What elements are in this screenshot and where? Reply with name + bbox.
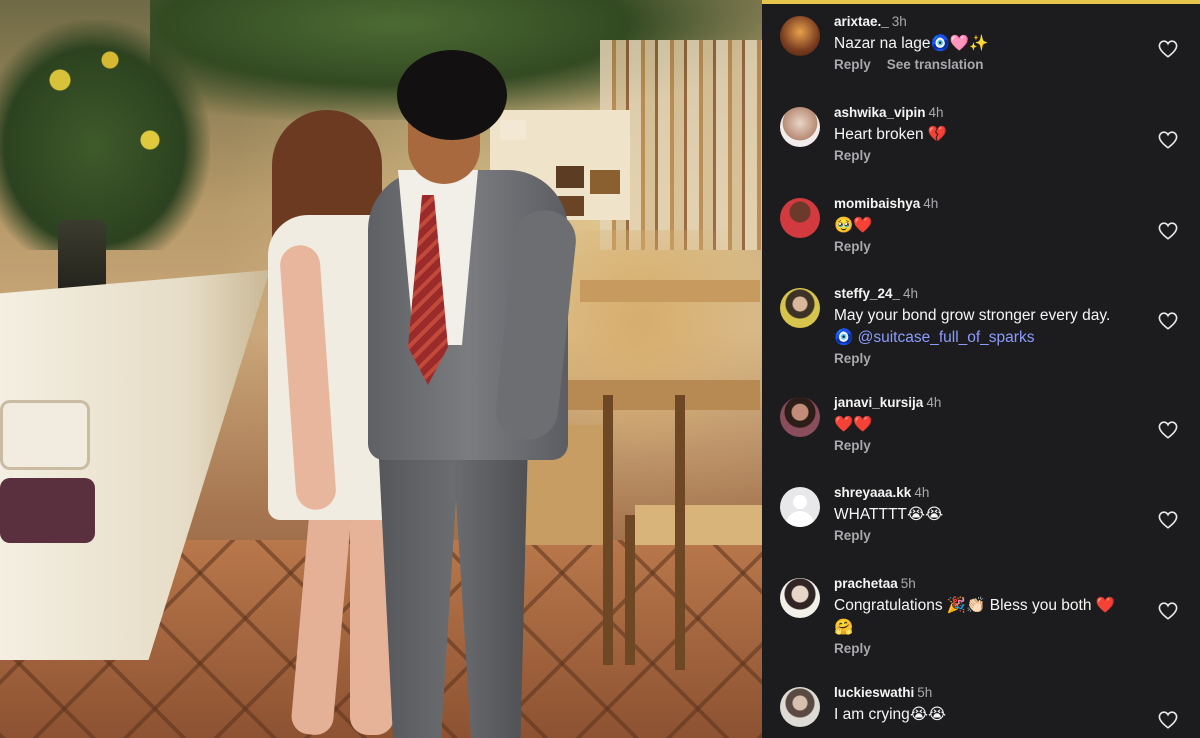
comment-text: Heart broken 💔 xyxy=(834,126,948,143)
comment-time: 4h xyxy=(903,286,919,301)
comment-text-line2: 🧿 @suitcase_full_of_sparks xyxy=(834,327,1154,349)
reply-button[interactable]: Reply xyxy=(834,148,871,163)
man-hair xyxy=(397,50,507,140)
comment-username[interactable]: steffy_24_ xyxy=(834,286,900,301)
heart-outline-icon[interactable] xyxy=(1158,222,1178,240)
flower-plant xyxy=(0,20,210,250)
comment-time: 5h xyxy=(917,685,933,700)
cushion xyxy=(0,400,90,470)
comment-username[interactable]: shreyaaa.kk xyxy=(834,485,911,500)
heart-outline-icon[interactable] xyxy=(1158,511,1178,529)
comment-text: May your bond grow stronger every day. xyxy=(834,307,1111,324)
comment-text: WHATTTT😭😭 xyxy=(834,506,944,523)
heart-outline-icon[interactable] xyxy=(1158,312,1178,330)
comment-time: 3h xyxy=(891,14,907,29)
comment-time: 4h xyxy=(923,196,939,211)
heart-outline-icon[interactable] xyxy=(1158,40,1178,58)
nazar-emoji: 🧿 xyxy=(834,329,858,346)
avatar[interactable] xyxy=(780,16,820,56)
avatar[interactable] xyxy=(780,288,820,328)
chair xyxy=(625,395,762,670)
comment-username[interactable]: janavi_kursija xyxy=(834,395,923,410)
avatar[interactable] xyxy=(780,578,820,618)
reply-button[interactable]: Reply xyxy=(834,641,871,656)
heart-outline-icon[interactable] xyxy=(1158,711,1178,729)
comment-time: 4h xyxy=(914,485,930,500)
heart-outline-icon[interactable] xyxy=(1158,131,1178,149)
reply-button[interactable]: Reply xyxy=(834,528,871,543)
comment-time: 4h xyxy=(926,395,942,410)
mention-link[interactable]: @suitcase_full_of_sparks xyxy=(858,329,1035,346)
avatar[interactable] xyxy=(780,198,820,238)
heart-outline-icon[interactable] xyxy=(1158,602,1178,620)
comment-username[interactable]: prachetaa xyxy=(834,576,898,591)
comment-text: 🥹❤️ xyxy=(834,217,873,234)
reply-button[interactable]: Reply xyxy=(834,239,871,254)
panel-accent-bar xyxy=(762,0,1200,4)
comment-time: 4h xyxy=(928,105,944,120)
heart-outline-icon[interactable] xyxy=(1158,421,1178,439)
avatar[interactable] xyxy=(780,487,820,527)
comment-text: I am crying😭😭 xyxy=(834,706,947,723)
see-translation-button[interactable]: See translation xyxy=(887,57,984,72)
comment-text: Congratulations 🎉👏🏻 Bless you both ❤️ xyxy=(834,597,1116,614)
comment-username[interactable]: ashwika_vipin xyxy=(834,105,926,120)
comment-username[interactable]: arixtae._ xyxy=(834,14,889,29)
reply-button[interactable]: Reply xyxy=(834,351,871,366)
reply-button[interactable]: Reply xyxy=(834,438,871,453)
avatar[interactable] xyxy=(780,397,820,437)
reply-button[interactable]: Reply xyxy=(834,57,871,72)
comment-username[interactable]: luckieswathi xyxy=(834,685,914,700)
comments-panel[interactable]: arixtae._ 3h Nazar na lage🧿🩷✨ Reply See tr… xyxy=(762,0,1200,738)
avatar[interactable] xyxy=(780,107,820,147)
comment-text-line2: 🤗 xyxy=(834,619,854,636)
post-photo xyxy=(0,0,762,738)
comment-username[interactable]: momibaishya xyxy=(834,196,920,211)
avatar[interactable] xyxy=(780,687,820,727)
cushion xyxy=(0,478,95,543)
comment-text: Nazar na lage🧿🩷✨ xyxy=(834,35,989,52)
comment-time: 5h xyxy=(900,576,916,591)
comment-text: ❤️❤️ xyxy=(834,416,873,433)
